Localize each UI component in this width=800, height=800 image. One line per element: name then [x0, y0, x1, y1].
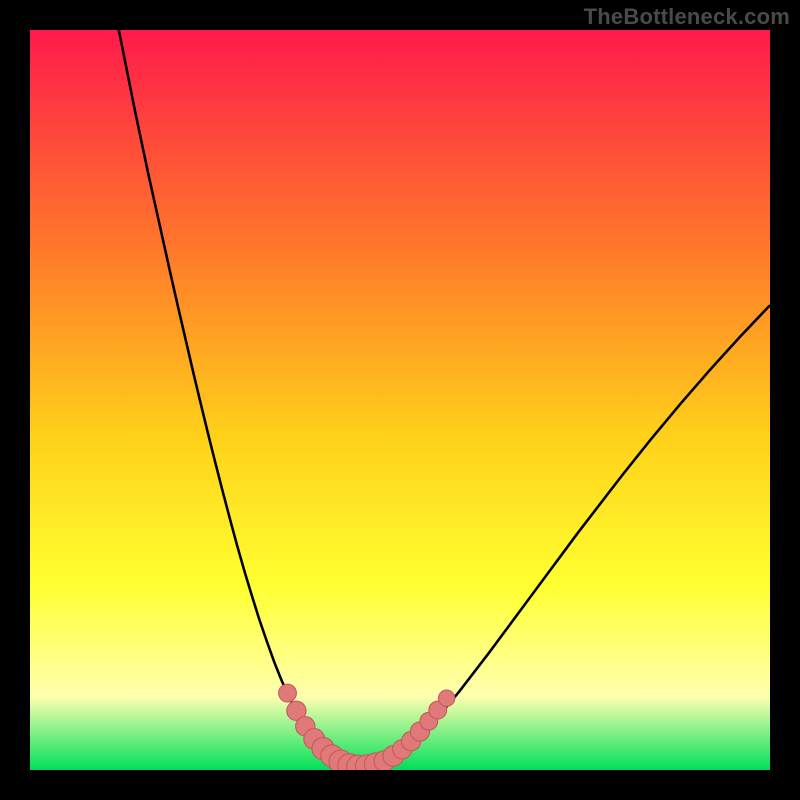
marker-dot: [279, 684, 297, 702]
bottleneck-chart: [30, 30, 770, 770]
plot-area: [30, 30, 770, 770]
marker-dot: [438, 690, 454, 706]
chart-frame: TheBottleneck.com: [0, 0, 800, 800]
attribution-label: TheBottleneck.com: [584, 4, 790, 30]
